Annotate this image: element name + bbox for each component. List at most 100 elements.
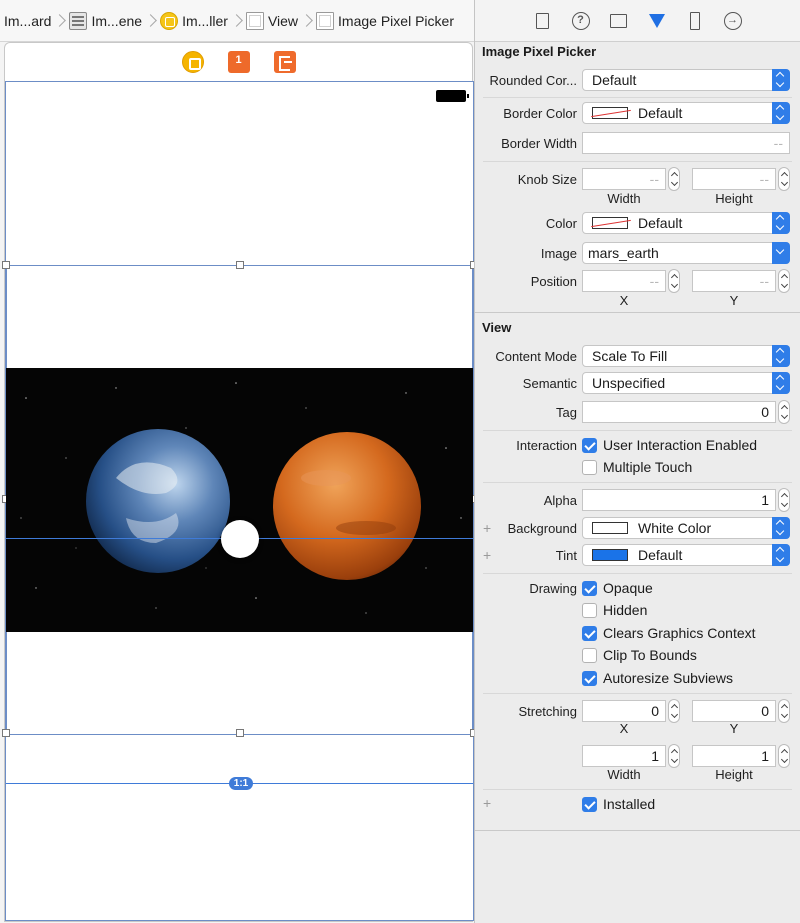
breadcrumb-controller[interactable]: Im...ller: [160, 9, 228, 33]
divider: [483, 693, 792, 694]
resize-handle[interactable]: [2, 261, 10, 269]
tint-label: Tint: [555, 548, 577, 563]
chevron-right-icon: [55, 10, 65, 32]
stretching-width-field[interactable]: 1: [582, 745, 666, 767]
knob-size-label: Knob Size: [517, 172, 577, 187]
semantic-popup[interactable]: Unspecified: [582, 372, 790, 394]
position-x-stepper[interactable]: [668, 269, 680, 293]
clip-to-bounds-checkbox[interactable]: Clip To Bounds: [582, 647, 697, 663]
breadcrumb-label: Im...ard: [4, 12, 52, 29]
resize-handle[interactable]: [236, 261, 244, 269]
interaction-label: Interaction: [516, 438, 577, 453]
position-x-sublabel: X: [619, 293, 629, 308]
knob-height-field[interactable]: --: [692, 168, 776, 190]
position-y-field[interactable]: --: [692, 270, 776, 292]
breadcrumb-view[interactable]: View: [245, 9, 298, 33]
checkbox-checked-icon: [582, 796, 597, 812]
popup-arrows-icon: [772, 517, 790, 539]
breadcrumb-label: Image Pixel Picker: [338, 12, 454, 29]
user-interaction-checkbox[interactable]: User Interaction Enabled: [582, 437, 757, 453]
chevron-right-icon: [232, 10, 242, 32]
opaque-checkbox[interactable]: Opaque: [582, 580, 653, 596]
popup-arrows-icon: [772, 345, 790, 367]
divider: [483, 789, 792, 790]
tint-popup[interactable]: Default: [582, 544, 790, 566]
exit-icon[interactable]: [273, 51, 296, 73]
scene-icon: [69, 11, 88, 30]
color-popup[interactable]: Default: [582, 212, 790, 234]
checkbox-unchecked-icon: [582, 602, 597, 618]
alpha-stepper[interactable]: [778, 488, 790, 512]
section-title-picker: Image Pixel Picker: [482, 44, 597, 59]
view-controller-icon[interactable]: [181, 51, 204, 73]
file-inspector-icon[interactable]: [532, 10, 554, 32]
stretching-height-field[interactable]: 1: [692, 745, 776, 767]
drawing-label: Drawing: [529, 581, 577, 596]
size-inspector-icon[interactable]: [684, 10, 706, 32]
position-x-field[interactable]: --: [582, 270, 666, 292]
scene-container: 1:1: [2, 42, 478, 922]
stretching-y-field[interactable]: 0: [692, 700, 776, 722]
border-color-popup[interactable]: Default: [582, 102, 790, 124]
stretching-x-field[interactable]: 0: [582, 700, 666, 722]
resize-handle[interactable]: [236, 729, 244, 737]
breadcrumb-picker[interactable]: Image Pixel Picker: [316, 9, 454, 33]
installed-checkbox[interactable]: Installed: [582, 796, 655, 812]
knob-height-sublabel: Height: [715, 191, 753, 206]
popup-value: Unspecified: [592, 375, 666, 391]
image-combobox[interactable]: mars_earth: [582, 242, 790, 264]
knob-width-field[interactable]: --: [582, 168, 666, 190]
knob-height-stepper[interactable]: [778, 167, 790, 191]
background-label: Background: [507, 521, 577, 536]
stretching-width-sublabel: Width: [607, 767, 641, 782]
aspect-ratio-badge[interactable]: 1:1: [229, 777, 253, 790]
divider: [483, 430, 792, 431]
position-y-stepper[interactable]: [778, 269, 790, 293]
rounded-corner-popup[interactable]: Default: [582, 69, 790, 91]
identity-inspector-icon[interactable]: [608, 10, 630, 32]
view-icon: [316, 11, 335, 30]
first-responder-icon[interactable]: [227, 51, 250, 73]
multiple-touch-checkbox[interactable]: Multiple Touch: [582, 459, 692, 475]
breadcrumb-label: Im...ller: [182, 12, 228, 29]
picker-knob[interactable]: [221, 520, 259, 558]
chevron-down-icon[interactable]: [772, 242, 790, 264]
connections-inspector-icon[interactable]: [722, 10, 744, 32]
checkbox-checked-icon: [582, 580, 597, 596]
stretching-label: Stretching: [518, 704, 577, 719]
autoresize-checkbox[interactable]: Autoresize Subviews: [582, 670, 733, 686]
device-view[interactable]: 1:1: [2, 81, 478, 921]
checkbox-unchecked-icon: [582, 459, 597, 475]
background-popup[interactable]: White Color: [582, 517, 790, 539]
alpha-field[interactable]: 1: [582, 489, 776, 511]
clears-graphics-checkbox[interactable]: Clears Graphics Context: [582, 625, 756, 641]
popup-value: Default: [638, 215, 683, 231]
attributes-inspector-icon[interactable]: [646, 10, 668, 32]
stretching-x-stepper[interactable]: [668, 699, 680, 723]
knob-width-stepper[interactable]: [668, 167, 680, 191]
stretching-width-stepper[interactable]: [668, 744, 680, 768]
resize-handle[interactable]: [2, 729, 10, 737]
tag-stepper[interactable]: [778, 400, 790, 424]
border-color-label: Border Color: [503, 106, 577, 121]
alpha-label: Alpha: [543, 493, 577, 508]
hidden-checkbox[interactable]: Hidden: [582, 602, 647, 618]
stretching-height-stepper[interactable]: [778, 744, 790, 768]
checkbox-label: Opaque: [603, 580, 653, 596]
tag-field[interactable]: 0: [582, 401, 776, 423]
add-variation-icon[interactable]: +: [483, 795, 491, 811]
content-mode-popup[interactable]: Scale To Fill: [582, 345, 790, 367]
inspector-tabs: [475, 0, 800, 42]
section-title-view: View: [482, 320, 512, 335]
scene-dock: [5, 43, 472, 81]
section-separator: [475, 312, 800, 313]
border-width-field[interactable]: --: [582, 132, 790, 154]
quick-help-icon[interactable]: [570, 10, 592, 32]
breadcrumb-storyboard[interactable]: Im...ard: [4, 9, 51, 33]
view-icon: [245, 11, 264, 30]
attributes-inspector: Image Pixel Picker Rounded Cor... Defaul…: [474, 0, 800, 923]
breadcrumb-scene[interactable]: Im...ene: [69, 9, 142, 33]
stretching-y-stepper[interactable]: [778, 699, 790, 723]
battery-icon: [436, 90, 469, 102]
checkbox-label: Hidden: [603, 602, 648, 618]
